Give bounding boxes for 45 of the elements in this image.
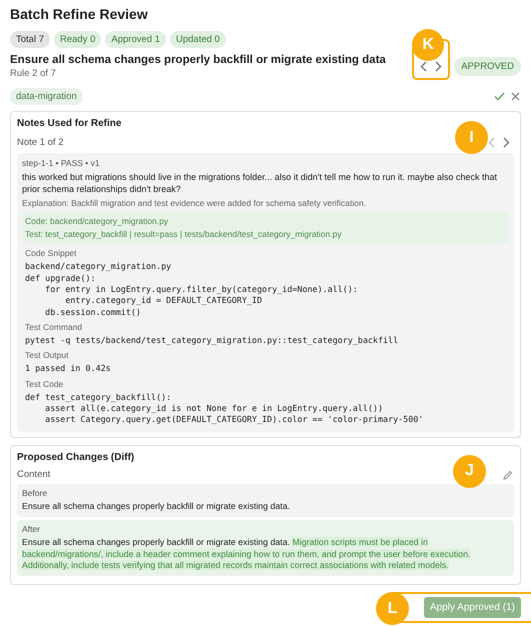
before-label: Before [22,488,48,498]
code-text: 1 passed in 0.42s [25,363,112,375]
chevron-left-icon [488,137,495,148]
edit-button[interactable] [502,468,514,481]
note-counter: Note 1 of 2 [17,137,64,148]
chevron-left-icon [420,61,428,72]
approve-button[interactable] [493,91,506,102]
before-text: Ensure all schema changes properly backfill or migrate existing data. [22,500,291,512]
status-badge: APPROVED [454,57,521,76]
note-text: this worked but migrations should live in the migrations folder... also it didn't tell me how to run it. maybe also check that prior schema relationships didn't break? [22,171,498,196]
chevron-right-icon [503,137,510,148]
note-explanation: Explanation: Backfill migration and test evidence were added for schema safety verification. [22,198,367,208]
apply-approved-button[interactable]: Apply Approved (1) [424,597,521,618]
check-icon [494,92,505,101]
pencil-icon [503,470,513,480]
code-text: def test_category_backfill(): assert all(e.category_id is not None for e in LogEntry.query.all()) assert Category.query.get(DEFAULT_CATEGORY_ID).color == 'color-primary-500' [25,392,424,426]
callout-marker: L [376,592,409,626]
count-chip: Approved 1 [105,31,166,48]
code-text: pytest -q tests/backend/test_category_migration.py::test_category_backfill [25,335,400,346]
count-chip: Updated 0 [170,31,226,48]
category-tag: data-migration [10,88,83,105]
evidence-line: Code: backend/category_migration.py [25,216,170,226]
count-chip: Ready 0 [54,31,102,48]
chevron-right-icon [435,61,442,72]
field-label: Content [17,469,50,480]
section-label: Test Code [25,378,64,389]
note-meta: step-1-1 • PASS • v1 [22,158,101,168]
after-label: After [22,524,41,534]
callout-marker: K [412,29,444,61]
reject-button[interactable] [510,91,521,102]
page-title: Batch Refine Review [10,6,149,22]
callout-marker: J [453,454,486,488]
section-label: Test Output [25,350,70,360]
card-title: Proposed Changes (Diff) [17,452,136,463]
close-icon [511,92,520,101]
callout-marker: I [455,121,488,154]
rule-counter: Rule 2 of 7 [10,68,57,79]
card-title: Notes Used for Refine [17,118,122,129]
rule-title: Ensure all schema changes properly backfill or migrate existing data [10,54,386,66]
after-text: Ensure all schema changes properly backfill or migrate existing data. Migration scripts must be placed in backend/migrations/, include a header comment explaining how to run them, and prompt the user before execution. Additionally, include tests verifying that all migrated records maintain correct associations with related models. [22,537,472,572]
section-label: Test Command [25,322,84,332]
code-text: backend/category_migration.py def upgrade(): for entry in LogEntry.query.filter_by(category_id=None).all(): entry.category_id = DEFAULT_CATEGORY_ID db.session.commit() [25,261,359,318]
evidence-line: Test: test_category_backfill | result=pass | tests/backend/test_category_migration.py [25,229,342,240]
section-label: Code Snippet [25,248,78,258]
count-chip: Total 7 [10,31,50,48]
